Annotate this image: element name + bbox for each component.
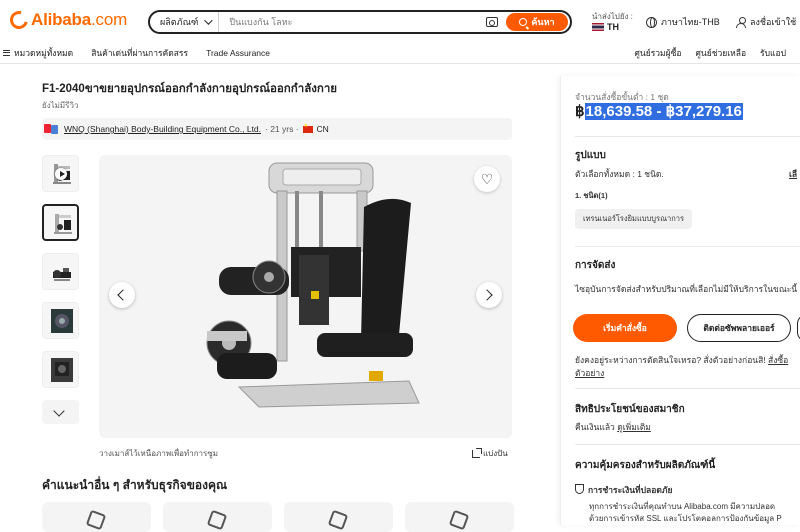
search-category-dropdown[interactable]: ผลิตภัณฑ์ [150, 12, 220, 32]
camera-icon[interactable] [486, 17, 498, 27]
variant-type-label: 1. ชนิด(1) [575, 191, 608, 200]
alibaba-logo-icon [6, 7, 32, 33]
search-bar: ผลิตภัณฑ์ ค้นหา [148, 10, 572, 34]
product-title: F1-2040ขาขยายอุปกรณ์ออกกำลังกายอุปกรณ์ออ… [42, 83, 338, 95]
chevron-down-icon [53, 405, 65, 417]
shield-icon [575, 484, 584, 494]
search-input[interactable] [219, 17, 486, 27]
thumbnail-image[interactable] [42, 253, 79, 290]
member-benefits-text: คืนเงินแล้ว ดูเพิ่มเติม [575, 422, 651, 432]
thumbnail-image[interactable] [42, 351, 79, 388]
category-navbar: หมวดหมู่ทั้งหมด สินค้าเด่นที่ผ่านการคัดส… [0, 42, 800, 64]
recommendation-card[interactable] [42, 502, 151, 532]
user-icon [736, 16, 746, 28]
shipping-info: ไซอุบันการจัดส่งสำหรับปริมาณที่เลือกไม่ม… [575, 284, 798, 294]
machine-thumbnail-image [53, 268, 71, 281]
thumbnail-scroll-down[interactable] [42, 400, 79, 424]
china-flag-icon [302, 123, 313, 133]
globe-icon [646, 16, 657, 28]
supplier-bar: WNQ (Shanghai) Body-Building Equipment C… [42, 118, 512, 140]
search-icon [519, 18, 528, 26]
divider [575, 444, 800, 445]
top-header: Alibaba.com ผลิตภัณฑ์ ค้นหา นำส่งไปยัง :… [0, 0, 800, 42]
chevron-down-icon [204, 16, 214, 25]
supplier-badge-icon [44, 123, 60, 135]
menu-icon [3, 50, 10, 56]
divider [575, 246, 800, 247]
divider [575, 388, 800, 389]
protection-heading: ความคุ้มครองสำหรับผลิตภัณฑ์นี้ [575, 460, 716, 471]
member-benefits-heading: สิทธิประโยชน์ของสมาชิก [575, 404, 685, 415]
see-more-link[interactable]: ดูเพิ่มเติม [617, 422, 651, 432]
recommendation-card[interactable] [163, 502, 272, 532]
product-image [448, 509, 470, 531]
order-sample-link-cont[interactable]: ตัวอย่าง [575, 366, 604, 380]
product-image [85, 509, 107, 531]
thumbnail-video[interactable] [42, 155, 79, 192]
product-image [327, 509, 349, 531]
recommendation-card[interactable] [284, 502, 393, 532]
thailand-flag-icon [592, 23, 604, 31]
play-icon [55, 168, 67, 180]
recommendation-card[interactable] [405, 502, 514, 532]
variant-option-chip[interactable]: เทรนเนอร์โรงยิมแบบบูรณาการ [575, 209, 693, 229]
language-currency-selector[interactable]: ภาษาไทย-THB [646, 15, 720, 29]
nav-get-app[interactable]: รับแอป [760, 46, 786, 60]
zoom-hint: วางเมาส์ไว้เหนือภาพเพื่อทำการซูม [99, 449, 219, 458]
leg-extension-machine-image [206, 162, 420, 408]
nav-featured-selections[interactable]: สินค้าเด่นที่ผ่านการคัดสรร [91, 46, 188, 60]
secure-payment-text: ด้วยการเข้ารหัส SSL และโปรโตคอลการป้องกั… [589, 514, 782, 523]
supplier-years: · 21 yrs · [265, 124, 299, 134]
divider [575, 136, 800, 137]
reviews-status: ยังไม่มีรีวิว [42, 101, 79, 110]
previous-image-button[interactable] [109, 282, 135, 308]
recommendations-heading: คำแนะนำอื่น ๆ สำหรับธุรกิจของคุณ [42, 478, 228, 492]
main-product-image[interactable]: ♡ [99, 155, 512, 438]
variant-heading: รูปแบบ [575, 150, 606, 161]
secure-payment-label: การชำระเงินที่ปลอดภัย [575, 483, 672, 497]
next-image-button[interactable] [476, 282, 502, 308]
machine-thumbnail-image [51, 358, 73, 382]
nav-help-center[interactable]: ศูนย์ช่วยเหลือ [696, 46, 747, 60]
start-order-button[interactable]: เริ่มคำสั่งซื้อ [573, 314, 677, 342]
search-button[interactable]: ค้นหา [506, 13, 568, 31]
price-range: ฿18,639.58 - ฿37,279.16 [575, 103, 743, 120]
sample-prompt: ยังคงอยู่ระหว่างการตัดสินใจเหรอ? สั่งตัว… [575, 355, 789, 365]
thumbnail-image[interactable] [42, 302, 79, 339]
ship-to-selector[interactable]: นำส่งไปยัง : TH [592, 12, 633, 32]
variant-selected-count: ตัวเลือกทั้งหมด : 1 ชนิด. [575, 169, 664, 179]
machine-thumbnail-image [51, 309, 73, 333]
variant-select-link[interactable]: เลื [789, 167, 797, 181]
recommendation-cards [42, 502, 514, 532]
share-button[interactable]: แบ่งปัน [472, 447, 508, 460]
shipping-heading: การจัดส่ง [575, 260, 616, 271]
nav-trade-assurance[interactable]: Trade Assurance [206, 48, 270, 58]
order-sample-link[interactable]: สั่งซื้อ [768, 355, 788, 365]
contact-supplier-button[interactable]: ติดต่อซัพพลายเออร์ [687, 314, 791, 342]
alibaba-logo[interactable]: Alibaba .com [6, 7, 127, 33]
nav-buyer-central[interactable]: ศูนย์รวมผู้ซื้อ [635, 46, 682, 60]
purchase-panel: จำนวนสั่งซื้อขั้นต่ำ : 1 ชุด ฿18,639.58 … [560, 76, 800, 525]
thumbnail-image-selected[interactable] [42, 204, 79, 241]
thumbnail-list [42, 155, 80, 424]
supplier-name-link[interactable]: WNQ (Shanghai) Body-Building Equipment C… [64, 124, 261, 134]
sign-in-link[interactable]: ลงชื่อเข้าใช้ [736, 15, 796, 29]
nav-all-categories[interactable]: หมวดหมู่ทั้งหมด [3, 46, 73, 60]
supplier-country: CN [316, 124, 329, 134]
product-image [206, 509, 228, 531]
share-icon [472, 447, 482, 458]
favorite-heart-icon[interactable]: ♡ [474, 166, 500, 192]
machine-thumbnail-image [54, 214, 72, 234]
